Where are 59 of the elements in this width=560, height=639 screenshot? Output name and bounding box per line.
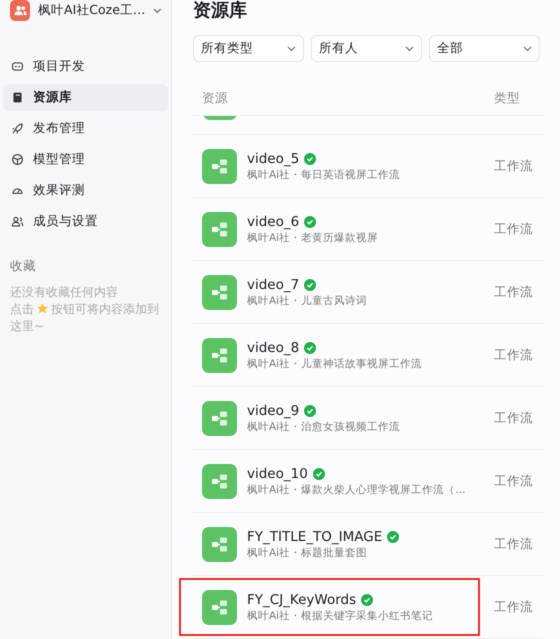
workflow-icon [202, 400, 237, 436]
column-header: 类型 [494, 89, 521, 108]
filter-dropdown[interactable]: 所有人 [311, 35, 422, 62]
resource-description: 枫叶Ai社・每日英语视屏工作流 [247, 168, 400, 182]
type-cell-text: 工作流 [494, 598, 534, 616]
workflow-icon [202, 526, 237, 562]
nav-item[interactable]: 资源库 [3, 84, 168, 111]
resource-description: 枫叶Ai社・根据关键字采集小红书笔记 [247, 608, 434, 624]
workflow-icon [202, 338, 237, 372]
filter-dropdown[interactable]: 所有类型 [193, 35, 304, 62]
type-cell-text: 工作流 [494, 534, 534, 553]
type-cell-text: 工作流 [494, 472, 534, 490]
type-cell-text: 工作流 [494, 346, 534, 364]
chevron-down-icon [153, 8, 162, 14]
resource-description: 枫叶Ai社・老黄历爆款视屏 [247, 230, 378, 246]
people-icon [11, 215, 24, 228]
resource-description: 枫叶Ai社・儿童古风诗词 [247, 294, 368, 308]
workflow-icon [202, 148, 237, 184]
filter-dropdown[interactable]: 全部 [429, 35, 540, 62]
workflow-icon [202, 274, 237, 310]
resource-name[interactable]: FY_TITLE_TO_IMAGE [247, 528, 382, 546]
cube-icon [11, 153, 24, 166]
workspace-switcher[interactable]: 枫叶AI社Coze工… [3, 0, 168, 23]
type-cell-text: 工作流 [494, 156, 534, 175]
resource-name[interactable]: video_9 [247, 402, 300, 420]
workflow-icon [202, 590, 237, 624]
star-icon [36, 302, 49, 315]
resource-description: 枫叶Ai社・儿童神话故事视屏工作流 [247, 356, 422, 372]
page-title: 资源库 [193, 0, 248, 22]
workflow-icon [202, 464, 237, 498]
robot-icon [11, 60, 24, 73]
section-title: 收藏 [10, 257, 37, 275]
chevron-down-icon [287, 46, 296, 52]
column-header: 资源 [201, 89, 229, 108]
chevron-down-icon [405, 46, 414, 52]
resource-name[interactable]: video_6 [247, 212, 300, 230]
resource-name[interactable]: video_8 [247, 338, 300, 356]
chevron-down-icon [523, 46, 532, 52]
nav-item[interactable]: 成员与设置 [3, 208, 168, 235]
workspace-name: 枫叶AI社Coze工… [38, 1, 146, 20]
resource-description: 枫叶Ai社・爆款火柴人心理学视屏工作流（… [247, 482, 466, 498]
type-cell-text: 工作流 [494, 220, 534, 238]
type-cell-text: 工作流 [494, 282, 534, 301]
rocket-icon [11, 122, 24, 135]
resource-name[interactable]: video_5 [247, 150, 300, 168]
resource-description: 枫叶Ai社・治愈女孩视频工作流 [247, 420, 400, 434]
nav-item[interactable]: 发布管理 [3, 115, 168, 142]
empty-message: 还没有收藏任何内容 [10, 284, 119, 301]
resource-name[interactable]: video_10 [247, 464, 308, 482]
book-icon [11, 91, 24, 104]
nav-item[interactable]: 效果评测 [3, 177, 168, 204]
resource-description: 枫叶Ai社・标题批量套图 [247, 546, 368, 560]
workflow-icon [202, 212, 237, 246]
empty-message: 点击 按钮可将内容添加到这里~ [10, 300, 160, 335]
nav-item[interactable]: 模型管理 [3, 146, 168, 173]
resource-name[interactable]: video_7 [247, 276, 300, 294]
nav-item[interactable]: 项目开发 [3, 53, 168, 80]
resource-name[interactable]: FY_CJ_KeyWords [247, 590, 356, 608]
type-cell-text: 工作流 [494, 408, 534, 427]
